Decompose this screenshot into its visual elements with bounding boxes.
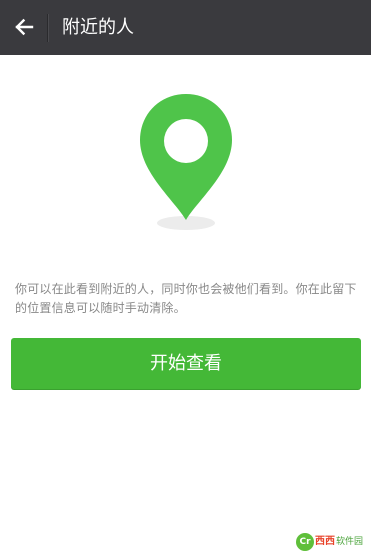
- watermark-brand: 西西: [315, 536, 335, 547]
- title-divider: [47, 14, 48, 42]
- page-title: 附近的人: [62, 17, 134, 38]
- nearby-hint-text: 你可以在此看到附近的人，同时你也会被他们看到。你在此留下的位置信息可以随时手动清…: [15, 282, 357, 315]
- arrow-left-icon: [15, 18, 34, 36]
- watermark: Cr 西西 软件园: [296, 533, 363, 551]
- back-button[interactable]: [8, 11, 40, 43]
- location-pin-icon: [138, 92, 234, 232]
- watermark-logo: Cr: [296, 533, 314, 551]
- top-bar: 附近的人: [0, 0, 371, 55]
- start-viewing-button[interactable]: 开始查看: [11, 338, 361, 389]
- watermark-brand-sub: 软件园: [336, 537, 364, 547]
